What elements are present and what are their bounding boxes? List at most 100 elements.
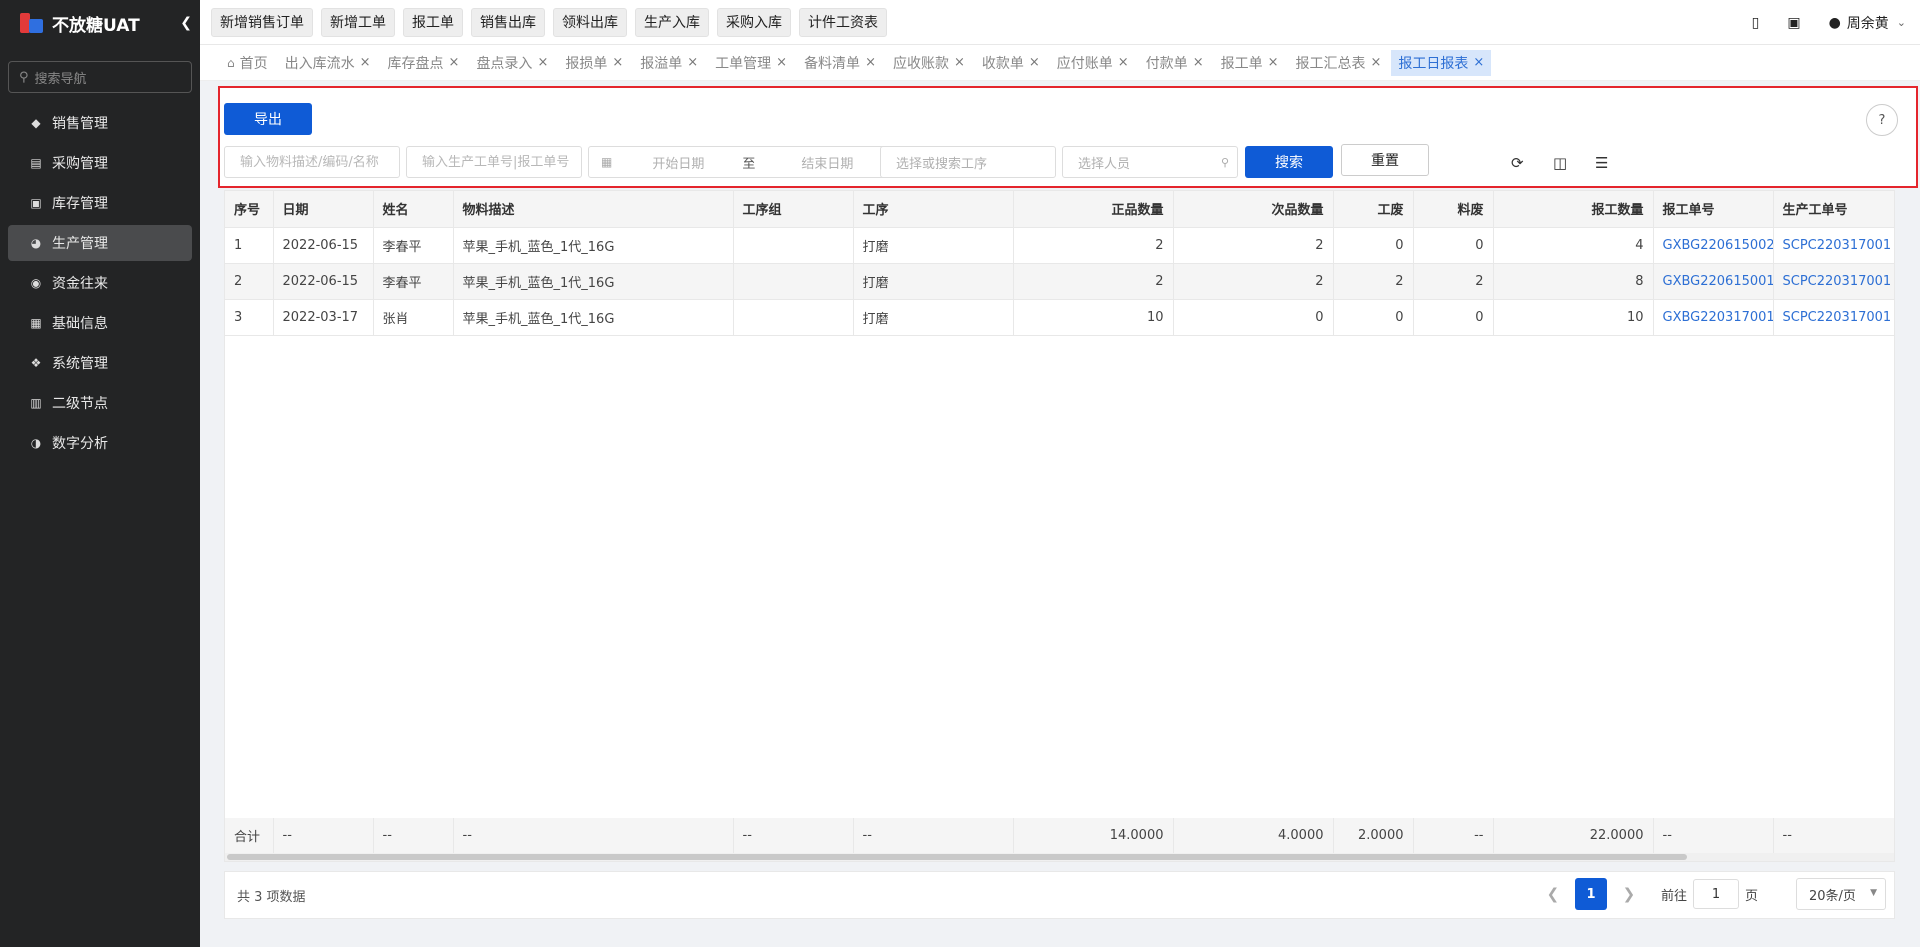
column-header[interactable]: 物料描述 xyxy=(453,191,734,228)
order-link[interactable]: SCPC220317001 xyxy=(1773,263,1894,300)
column-header[interactable]: 工序 xyxy=(853,191,1014,228)
close-icon[interactable]: × xyxy=(1268,55,1279,70)
quick-action-button[interactable]: 领料出库 xyxy=(553,7,627,37)
tab-item[interactable]: 收款单 × xyxy=(975,50,1047,76)
tab-item[interactable]: 应付账单 × xyxy=(1050,50,1136,76)
table-row[interactable]: 3 2022-03-17 张肖 苹果_手机_蓝色_1代_16G 打磨 10 0 0 0 10 GXB… xyxy=(225,299,1894,336)
sidebar-item-1[interactable]: ◆ 销售管理 xyxy=(8,105,192,141)
order-search-input[interactable] xyxy=(422,154,581,170)
tab-item[interactable]: 报工日报表 × xyxy=(1391,49,1492,76)
process-select[interactable]: 选择或搜索工序 xyxy=(880,146,1056,178)
quick-action-button[interactable]: 新增工单 xyxy=(321,7,395,37)
sidebar-item-2[interactable]: ▤ 采购管理 xyxy=(8,145,192,181)
close-icon[interactable]: × xyxy=(865,55,876,70)
quick-action-button[interactable]: 报工单 xyxy=(403,7,463,37)
close-icon[interactable]: × xyxy=(360,55,371,70)
column-header[interactable]: 生产工单号 xyxy=(1773,191,1894,228)
sidebar-item-4[interactable]: ◕ 生产管理 xyxy=(8,225,192,261)
tab-item[interactable]: 库存盘点 × xyxy=(381,50,467,76)
column-header[interactable]: 工废 xyxy=(1333,191,1414,228)
column-header[interactable]: 报工数量 xyxy=(1493,191,1654,228)
prev-page-icon[interactable]: ❮ xyxy=(1539,885,1567,903)
close-icon[interactable]: × xyxy=(1029,55,1040,70)
chart-screen-icon[interactable]: ▣ xyxy=(1787,15,1800,31)
column-header[interactable]: 报工单号 xyxy=(1653,191,1774,228)
scrollbar-thumb[interactable] xyxy=(227,854,1687,860)
column-header[interactable]: 姓名 xyxy=(373,191,454,228)
column-header[interactable]: 工序组 xyxy=(733,191,854,228)
tab-item[interactable]: 应收账款 × xyxy=(886,50,972,76)
sidebar-item-5[interactable]: ◉ 资金往来 xyxy=(8,265,192,301)
start-date-placeholder[interactable]: 开始日期 xyxy=(652,153,704,172)
order-link[interactable]: GXBG220615002 xyxy=(1653,227,1774,264)
column-header[interactable]: 序号 xyxy=(225,191,274,228)
table-row[interactable]: 2 2022-06-15 李春平 苹果_手机_蓝色_1代_16G 打磨 2 2 2 2 8 GXBG… xyxy=(225,263,1894,300)
table-cell: 2 xyxy=(1413,263,1494,300)
order-link[interactable]: GXBG220317001 xyxy=(1653,299,1774,336)
mobile-icon[interactable]: ▯ xyxy=(1752,15,1760,31)
goto-page-input[interactable] xyxy=(1692,879,1739,909)
summary-cell: -- xyxy=(273,818,374,855)
sidebar-item-label: 资金往来 xyxy=(52,276,108,292)
horizontal-scrollbar[interactable] xyxy=(225,853,1894,861)
person-select[interactable]: 选择人员 ⚲ xyxy=(1062,146,1238,178)
help-icon[interactable]: ? xyxy=(1866,104,1898,136)
tab-item[interactable]: 备料清单 × xyxy=(797,50,883,76)
tab-item[interactable]: 报工汇总表 × xyxy=(1289,50,1389,76)
sidebar-item-9[interactable]: ◑ 数字分析 xyxy=(8,425,192,461)
sidebar-item-8[interactable]: ▥ 二级节点 xyxy=(8,385,192,421)
order-link[interactable]: GXBG220615001 xyxy=(1653,263,1774,300)
close-icon[interactable]: × xyxy=(1193,55,1204,70)
order-link[interactable]: SCPC220317001 xyxy=(1773,227,1894,264)
nav-search-input[interactable]: ⚲ 搜索导航 xyxy=(8,61,192,93)
tab-item[interactable]: 工单管理 × xyxy=(708,50,794,76)
reset-button[interactable]: 重置 xyxy=(1341,144,1429,176)
search-button[interactable]: 搜索 xyxy=(1245,146,1333,178)
close-icon[interactable]: × xyxy=(1118,55,1129,70)
next-page-icon[interactable]: ❯ xyxy=(1615,885,1643,903)
quick-action-button[interactable]: 生产入库 xyxy=(635,7,709,37)
quick-action-button[interactable]: 新增销售订单 xyxy=(211,7,313,37)
close-icon[interactable]: × xyxy=(1371,55,1382,70)
close-icon[interactable]: × xyxy=(537,55,548,70)
column-settings-icon[interactable]: ☰ xyxy=(1595,154,1608,172)
close-icon[interactable]: × xyxy=(776,55,787,70)
page-size-select[interactable]: 20条/页 ▼ xyxy=(1796,878,1886,910)
tab-item[interactable]: ⌂ 首页 xyxy=(220,50,275,76)
refresh-icon[interactable]: ⟳ xyxy=(1511,154,1524,172)
chevron-left-icon[interactable]: ❮ xyxy=(180,15,192,31)
export-button[interactable]: 导出 xyxy=(224,103,312,135)
close-icon[interactable]: × xyxy=(687,55,698,70)
tab-item[interactable]: 报溢单 × xyxy=(633,50,705,76)
tab-item[interactable]: 盘点录入 × xyxy=(469,50,555,76)
close-icon[interactable]: × xyxy=(954,55,965,70)
material-search-input[interactable] xyxy=(240,154,399,170)
quick-action-button[interactable]: 销售出库 xyxy=(471,7,545,37)
tab-item[interactable]: 报工单 × xyxy=(1214,50,1286,76)
sidebar-item-3[interactable]: ▣ 库存管理 xyxy=(8,185,192,221)
table-row[interactable]: 1 2022-06-15 李春平 苹果_手机_蓝色_1代_16G 打磨 2 2 0 0 4 GXBG… xyxy=(225,227,1894,264)
user-menu[interactable]: ● 周余黄 ⌄ xyxy=(1829,13,1906,33)
column-header[interactable]: 日期 xyxy=(273,191,374,228)
density-icon[interactable]: ◫ xyxy=(1553,154,1567,172)
quick-action-button[interactable]: 计件工资表 xyxy=(799,7,887,37)
column-header[interactable]: 料废 xyxy=(1413,191,1494,228)
column-header[interactable]: 正品数量 xyxy=(1013,191,1174,228)
quick-action-button[interactable]: 采购入库 xyxy=(717,7,791,37)
tab-item[interactable]: 出入库流水 × xyxy=(278,50,378,76)
close-icon[interactable]: × xyxy=(612,55,623,70)
order-link[interactable]: SCPC220317001 xyxy=(1773,299,1894,336)
order-search-field[interactable] xyxy=(406,146,582,178)
close-icon[interactable]: × xyxy=(449,55,460,70)
column-header[interactable]: 次品数量 xyxy=(1173,191,1334,228)
sidebar-item-6[interactable]: ▦ 基础信息 xyxy=(8,305,192,341)
sidebar-item-7[interactable]: ❖ 系统管理 xyxy=(8,345,192,381)
end-date-placeholder[interactable]: 结束日期 xyxy=(801,153,853,172)
close-icon[interactable]: × xyxy=(1473,55,1484,70)
tab-item[interactable]: 报损单 × xyxy=(558,50,630,76)
page-number[interactable]: 1 xyxy=(1574,878,1607,910)
material-search-field[interactable] xyxy=(224,146,400,178)
tab-item[interactable]: 付款单 × xyxy=(1139,50,1211,76)
summary-cell: 合计 xyxy=(225,818,274,855)
date-separator: 至 xyxy=(742,156,756,172)
